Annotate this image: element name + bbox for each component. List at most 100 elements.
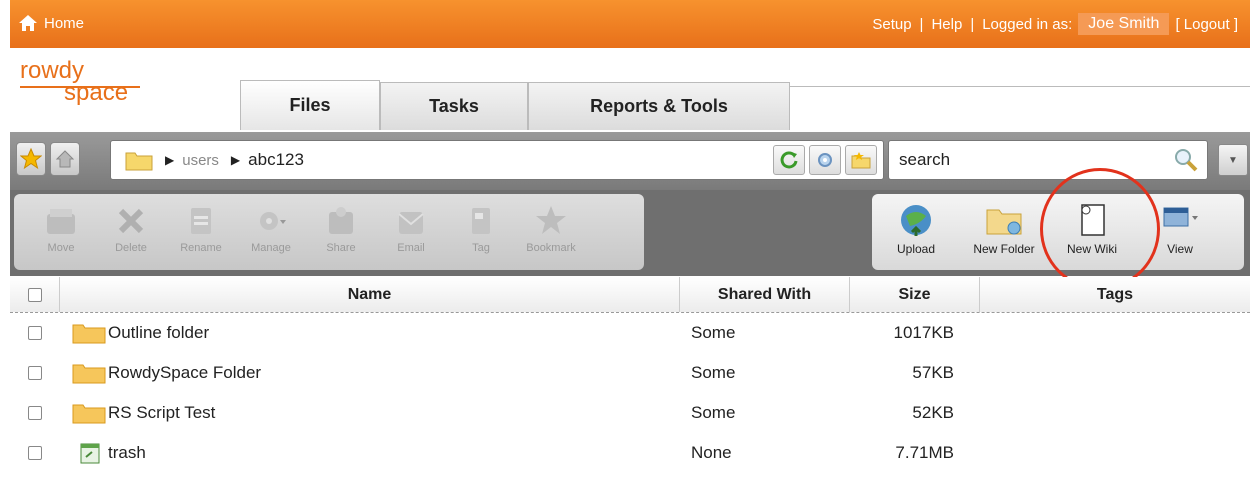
row-size: 1017KB bbox=[893, 323, 955, 342]
gear-icon bbox=[818, 153, 832, 167]
refresh-button[interactable] bbox=[773, 145, 805, 175]
new-wiki-label: New Wiki bbox=[1067, 242, 1117, 256]
move-button[interactable]: Move bbox=[26, 194, 96, 270]
home-folder-button[interactable] bbox=[50, 142, 80, 176]
view-button[interactable]: View bbox=[1136, 194, 1224, 270]
crumb-users[interactable]: ▶ users bbox=[165, 152, 219, 169]
trash-icon bbox=[80, 443, 100, 464]
new-wiki-page-icon bbox=[1081, 204, 1105, 236]
row-checkbox[interactable] bbox=[28, 366, 42, 380]
column-size[interactable]: Size bbox=[850, 277, 980, 312]
tab-divider bbox=[790, 86, 1250, 87]
rowdyspace-logo[interactable]: rowdy space bbox=[20, 59, 140, 110]
email-icon bbox=[398, 212, 424, 234]
move-label: Move bbox=[47, 242, 75, 254]
chevron-down-icon: ▼ bbox=[1228, 154, 1238, 166]
row-name-cell[interactable]: RS Script Test bbox=[60, 402, 680, 424]
manage-label: Manage bbox=[251, 242, 291, 254]
new-folder-icon bbox=[986, 209, 1022, 235]
row-checkbox[interactable] bbox=[28, 326, 42, 340]
tag-icon bbox=[472, 208, 490, 234]
view-monitor-icon bbox=[1163, 207, 1198, 227]
account-links: Setup | Help | Logged in as: Joe Smith [… bbox=[872, 13, 1238, 35]
share-icon bbox=[329, 207, 353, 234]
row-size: 7.71MB bbox=[895, 443, 954, 462]
row-checkbox[interactable] bbox=[28, 406, 42, 420]
share-label: Share bbox=[326, 242, 356, 254]
row-name-cell[interactable]: trash bbox=[60, 442, 680, 464]
settings-button[interactable] bbox=[809, 145, 841, 175]
search-options-button[interactable]: ▼ bbox=[1218, 144, 1248, 176]
search-icon[interactable] bbox=[1173, 147, 1199, 173]
row-shared: Some bbox=[691, 363, 736, 382]
manage-gear-icon bbox=[260, 212, 286, 230]
setup-link[interactable]: Setup bbox=[872, 16, 911, 33]
share-button[interactable]: Share bbox=[306, 194, 376, 270]
row-check-cell bbox=[10, 326, 60, 340]
manage-button[interactable]: Manage bbox=[236, 194, 306, 270]
new-folder-button[interactable]: New Folder bbox=[960, 194, 1048, 270]
path-field[interactable]: ▶ users ▶ abc123 bbox=[110, 140, 884, 180]
rename-button[interactable]: Rename bbox=[166, 194, 236, 270]
crumb-arrow-icon: ▶ bbox=[230, 153, 241, 167]
user-name[interactable]: Joe Smith bbox=[1078, 13, 1170, 35]
rename-label: Rename bbox=[180, 242, 222, 254]
row-size: 57KB bbox=[912, 363, 954, 382]
house-icon bbox=[55, 150, 75, 168]
new-wiki-button[interactable]: New Wiki bbox=[1048, 194, 1136, 270]
delete-button[interactable]: Delete bbox=[96, 194, 166, 270]
bookmark-label: Bookmark bbox=[526, 242, 576, 254]
delete-icon bbox=[118, 208, 144, 234]
tab-tasks[interactable]: Tasks bbox=[380, 82, 528, 130]
delete-label: Delete bbox=[115, 242, 147, 254]
crumb-label: users bbox=[182, 151, 219, 169]
row-checkbox[interactable] bbox=[28, 446, 42, 460]
home-icon bbox=[19, 15, 37, 31]
row-name-cell[interactable]: Outline folder bbox=[60, 322, 680, 344]
home-link[interactable]: Home bbox=[18, 14, 84, 32]
column-tags[interactable]: Tags bbox=[980, 277, 1250, 312]
help-link[interactable]: Help bbox=[931, 16, 962, 33]
home-label: Home bbox=[44, 14, 85, 32]
row-name: RowdySpace Folder bbox=[108, 363, 262, 382]
row-shared: Some bbox=[691, 323, 736, 342]
logout-link[interactable]: [ Logout ] bbox=[1175, 16, 1238, 33]
row-check-cell bbox=[10, 446, 60, 460]
row-name: RS Script Test bbox=[108, 403, 216, 422]
table-row[interactable]: RS Script Test Some 52KB bbox=[10, 393, 1250, 433]
bookmark-folder-button[interactable] bbox=[845, 145, 877, 175]
upload-label: Upload bbox=[896, 242, 936, 256]
bookmark-button[interactable]: Bookmark bbox=[516, 194, 586, 270]
separator: | bbox=[970, 15, 975, 33]
favorites-button[interactable] bbox=[16, 142, 46, 176]
upload-button[interactable]: Upload bbox=[872, 194, 960, 270]
tag-button[interactable]: Tag bbox=[446, 194, 516, 270]
folder-icon bbox=[125, 152, 153, 171]
upload-globe-icon bbox=[901, 205, 931, 236]
star-folder-icon bbox=[851, 152, 871, 169]
rename-icon bbox=[191, 208, 211, 234]
file-list: Outline folder Some 1017KB RowdySpace Fo… bbox=[10, 313, 1250, 473]
select-all-cell bbox=[10, 277, 60, 312]
tab-reports-tools[interactable]: Reports & Tools bbox=[528, 82, 790, 130]
column-shared-with[interactable]: Shared With bbox=[680, 277, 850, 312]
logo-rule bbox=[20, 86, 140, 88]
row-shared: None bbox=[691, 443, 732, 462]
table-row[interactable]: Outline folder Some 1017KB bbox=[10, 313, 1250, 353]
refresh-icon bbox=[780, 151, 798, 169]
main-tabs: Files Tasks Reports & Tools bbox=[240, 80, 790, 132]
email-button[interactable]: Email bbox=[376, 194, 446, 270]
crumb-abc123[interactable]: ▶ abc123 bbox=[231, 150, 304, 170]
separator: | bbox=[919, 15, 924, 33]
column-name[interactable]: Name bbox=[60, 277, 680, 312]
row-name-cell[interactable]: RowdySpace Folder bbox=[60, 362, 680, 384]
row-size: 52KB bbox=[912, 403, 954, 422]
path-actions bbox=[773, 145, 877, 175]
table-row[interactable]: trash None 7.71MB bbox=[10, 433, 1250, 473]
table-row[interactable]: RowdySpace Folder Some 57KB bbox=[10, 353, 1250, 393]
select-all-checkbox[interactable] bbox=[27, 287, 42, 302]
move-icon bbox=[47, 209, 75, 234]
crumb-label: abc123 bbox=[248, 150, 304, 169]
tab-files[interactable]: Files bbox=[240, 80, 380, 130]
search-input[interactable]: search bbox=[888, 140, 1208, 180]
